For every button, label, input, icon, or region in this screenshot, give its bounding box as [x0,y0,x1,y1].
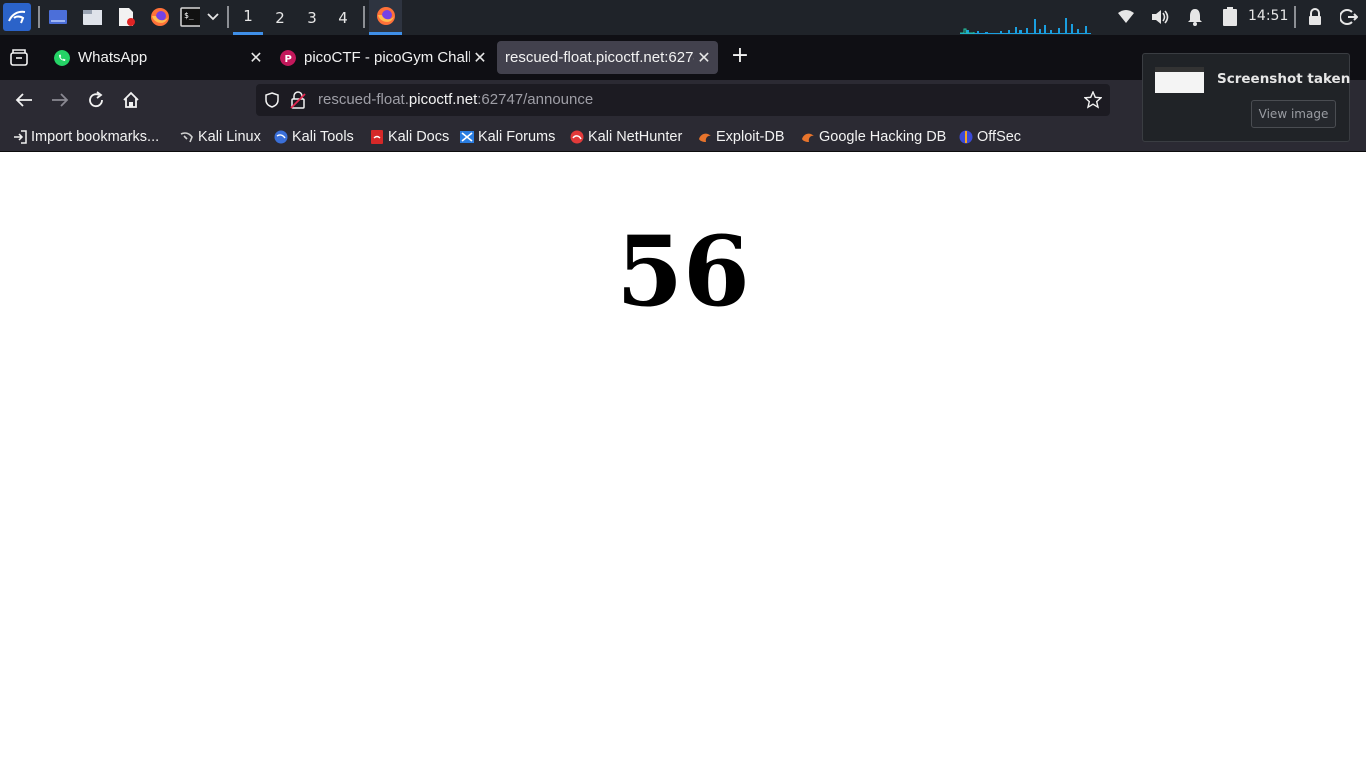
reload-button[interactable] [85,89,107,111]
wifi-icon[interactable] [1116,7,1136,27]
kali-menu-icon[interactable] [3,3,31,31]
tab-list-icon[interactable] [8,47,30,69]
ghdb-icon [802,133,814,142]
tab-picoctf[interactable]: P picoCTF - picoGym Challenges ✕ [272,41,494,74]
volume-icon[interactable] [1150,7,1170,27]
shield-icon[interactable] [264,92,280,108]
kali-forums-icon [460,131,474,143]
bookmark-kali-forums[interactable]: Kali Forums [460,127,555,147]
offsec-icon [959,130,973,144]
tab-whatsapp[interactable]: WhatsApp ✕ [46,41,270,74]
chevron-down-icon[interactable] [205,7,221,27]
bookmark-label: Kali Docs [388,129,450,145]
kali-icon [180,132,193,143]
page-content: 56 [0,152,1366,768]
url-host: picoctf.net [408,91,478,108]
workspace-2[interactable]: 2 [265,0,295,35]
bookmark-kali-linux[interactable]: Kali Linux [180,127,261,147]
panel-separator [363,6,365,28]
panel-separator [1294,6,1296,28]
clock[interactable]: 14:51 [1248,8,1288,24]
close-icon[interactable]: ✕ [694,48,714,68]
workspace-1[interactable]: 1 [233,0,263,35]
bookmark-label: Kali Forums [478,129,556,145]
url-suffix: :62747/announce [477,91,594,108]
kali-tools-icon [274,130,288,144]
close-icon[interactable]: ✕ [246,48,266,68]
terminal-icon[interactable]: $_ [180,7,200,27]
bookmark-label: Kali Linux [198,129,261,145]
nethunter-icon [570,130,584,144]
screenshot-notification[interactable]: Screenshot taken View image [1142,53,1350,142]
address-bar[interactable]: rescued-float.picoctf.net:62747/announce [256,84,1110,116]
view-image-button[interactable]: View image [1251,100,1336,128]
logout-icon[interactable] [1339,7,1359,27]
workspace-4[interactable]: 4 [328,0,358,35]
bookmark-label: OffSec [977,129,1022,145]
bookmark-label: Exploit-DB [716,129,785,145]
firefox-icon [376,7,395,25]
top-panel: $_ 1 2 3 4 14:51 [0,0,1366,35]
import-icon [14,130,27,144]
bookmark-label: Import bookmarks... [31,129,160,145]
back-button[interactable] [13,89,35,111]
whatsapp-icon [54,49,70,66]
notification-title: Screenshot taken [1217,71,1351,87]
bell-icon[interactable] [1185,7,1205,27]
tab-announce[interactable]: rescued-float.picoctf.net:62747/announce… [497,41,718,74]
bookmark-star-icon[interactable] [1084,91,1102,109]
workspace-3[interactable]: 3 [297,0,327,35]
battery-icon [1220,7,1240,27]
bookmark-kali-tools[interactable]: Kali Tools [274,127,354,147]
bookmark-import[interactable]: Import bookmarks... [13,127,159,147]
firefox-icon[interactable] [150,7,170,27]
exploit-db-icon [699,133,711,142]
bookmark-google-hacking-db[interactable]: Google Hacking DB [801,127,946,147]
home-button[interactable] [120,89,142,111]
bookmark-label: Kali NetHunter [588,129,683,145]
text-editor-icon[interactable] [116,7,136,27]
tab-label: rescued-float.picoctf.net:62747/announce [505,49,694,66]
bookmark-label: Google Hacking DB [819,129,947,145]
tab-label: WhatsApp [78,49,148,66]
bookmark-exploit-db[interactable]: Exploit-DB [698,127,785,147]
svg-text:$_: $_ [184,11,194,20]
file-manager-icon[interactable] [82,7,102,27]
url-text[interactable]: rescued-float.picoctf.net:62747/announce [318,91,593,108]
tab-label: picoCTF - picoGym Challenges [304,49,470,66]
panel-separator [227,6,229,28]
panel-separator [38,6,40,28]
cpu-graph [960,18,1091,34]
close-icon[interactable]: ✕ [470,48,490,68]
forward-button[interactable] [49,89,71,111]
bookmark-label: Kali Tools [292,129,354,145]
new-tab-button[interactable]: + [729,45,751,68]
kali-docs-icon [371,130,383,144]
picoctf-icon: P [280,49,296,66]
firefox-window-task[interactable] [369,0,402,35]
url-prefix: rescued-float. [318,91,409,108]
screenshot-thumbnail[interactable] [1155,67,1204,93]
lock-icon[interactable] [1305,7,1325,27]
bookmark-kali-nethunter[interactable]: Kali NetHunter [570,127,682,147]
desktop-icon[interactable] [48,7,68,27]
insecure-lock-icon[interactable] [290,91,306,109]
announce-number: 56 [616,215,750,328]
bookmark-kali-docs[interactable]: Kali Docs [370,127,449,147]
bookmark-offsec[interactable]: OffSec [959,127,1021,147]
svg-text:P: P [285,54,292,65]
